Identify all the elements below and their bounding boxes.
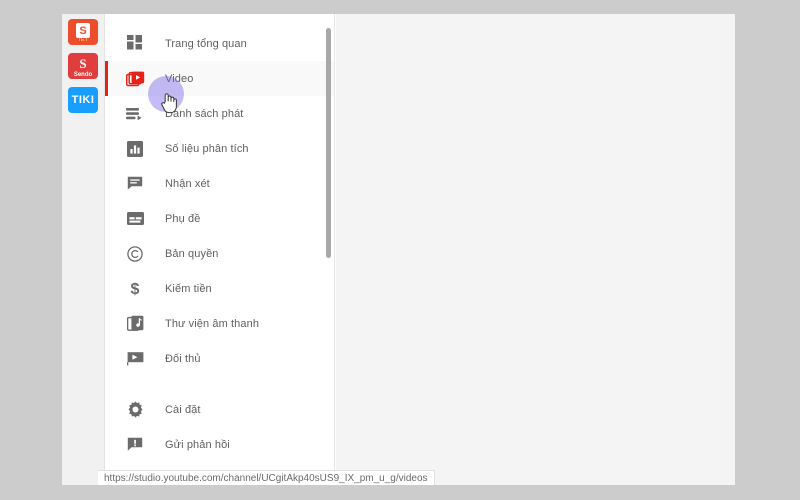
sidebar-item-label: Gửi phản hồi xyxy=(165,438,230,451)
analytics-bar-chart-icon xyxy=(123,137,147,161)
sidebar-item-classic-creator-studio[interactable]: Creator Studio cũ xyxy=(105,462,334,470)
sidebar-item-send-feedback[interactable]: Gửi phản hồi xyxy=(105,427,334,462)
sendo-subtitle: Sendo xyxy=(73,72,93,78)
sidebar-item-analytics[interactable]: Số liệu phân tích xyxy=(105,131,334,166)
sidebar-item-label: Phụ đề xyxy=(165,212,201,225)
sidebar-scrollbar-track[interactable] xyxy=(325,14,333,470)
sidebar-scroll-region: Trang tổng quan Video Danh sách phát Số … xyxy=(105,14,334,470)
studio-sidebar: Trang tổng quan Video Danh sách phát Số … xyxy=(105,14,335,485)
gear-icon xyxy=(123,398,147,422)
video-icon xyxy=(123,67,147,91)
sidebar-item-label: Kiếm tiền xyxy=(165,282,212,295)
sidebar-divider-gap xyxy=(105,376,334,392)
shortcut-rail: S TẾT S Sendo TIKI xyxy=(62,14,105,485)
screen: S TẾT S Sendo TIKI Trang tổng quan Video… xyxy=(0,0,800,500)
tiki-icon[interactable]: TIKI xyxy=(68,87,98,113)
browser-window: S TẾT S Sendo TIKI Trang tổng quan Video… xyxy=(62,14,735,485)
sidebar-item-label: Danh sách phát xyxy=(165,107,244,120)
sidebar-item-monetization[interactable]: $ Kiếm tiền xyxy=(105,271,334,306)
sidebar-item-label: Bản quyền xyxy=(165,247,219,260)
competitors-icon xyxy=(123,347,147,371)
sidebar-item-label: Cài đặt xyxy=(165,403,201,416)
sidebar-item-dashboard[interactable]: Trang tổng quan xyxy=(105,26,334,61)
sidebar-item-competitors[interactable]: Đối thủ xyxy=(105,341,334,376)
copyright-icon xyxy=(123,242,147,266)
sidebar-item-audio-library[interactable]: Thư viện âm thanh xyxy=(105,306,334,341)
sidebar-item-label: Số liệu phân tích xyxy=(165,142,249,155)
dollar-icon: $ xyxy=(123,277,147,301)
sidebar-item-copyright[interactable]: Bản quyền xyxy=(105,236,334,271)
comment-icon xyxy=(123,172,147,196)
audio-library-icon xyxy=(123,312,147,336)
dashboard-grid-icon xyxy=(123,32,147,56)
status-bar: https://studio.youtube.com/channel/UCgit… xyxy=(98,470,435,485)
shopee-letter: S xyxy=(76,23,90,38)
subtitles-icon xyxy=(123,207,147,231)
tiki-mark: TIKI xyxy=(71,94,95,106)
sidebar-item-settings[interactable]: Cài đặt xyxy=(105,392,334,427)
sidebar-item-label: Thư viện âm thanh xyxy=(165,317,260,330)
sidebar-item-label: Video xyxy=(165,72,194,85)
sidebar-item-label: Trang tổng quan xyxy=(165,37,247,50)
sidebar-item-subtitles[interactable]: Phụ đề xyxy=(105,201,334,236)
shopee-tet-icon[interactable]: S TẾT xyxy=(68,19,98,45)
sidebar-item-comments[interactable]: Nhận xét xyxy=(105,166,334,201)
svg-text:$: $ xyxy=(131,281,140,297)
status-bar-url: https://studio.youtube.com/channel/UCgit… xyxy=(104,472,428,484)
sendo-icon[interactable]: S Sendo xyxy=(68,53,98,79)
feedback-icon xyxy=(123,433,147,457)
sidebar-item-label: Nhận xét xyxy=(165,177,210,190)
sidebar-item-playlists[interactable]: Danh sách phát xyxy=(105,96,334,131)
sidebar-item-video[interactable]: Video xyxy=(105,61,334,96)
sendo-mark: S xyxy=(79,56,87,71)
sidebar-item-label: Đối thủ xyxy=(165,352,201,365)
sidebar-scrollbar-thumb[interactable] xyxy=(326,28,331,258)
main-content-pane xyxy=(336,14,735,485)
shopee-subtitle: TẾT xyxy=(77,37,89,43)
playlist-icon xyxy=(123,102,147,126)
